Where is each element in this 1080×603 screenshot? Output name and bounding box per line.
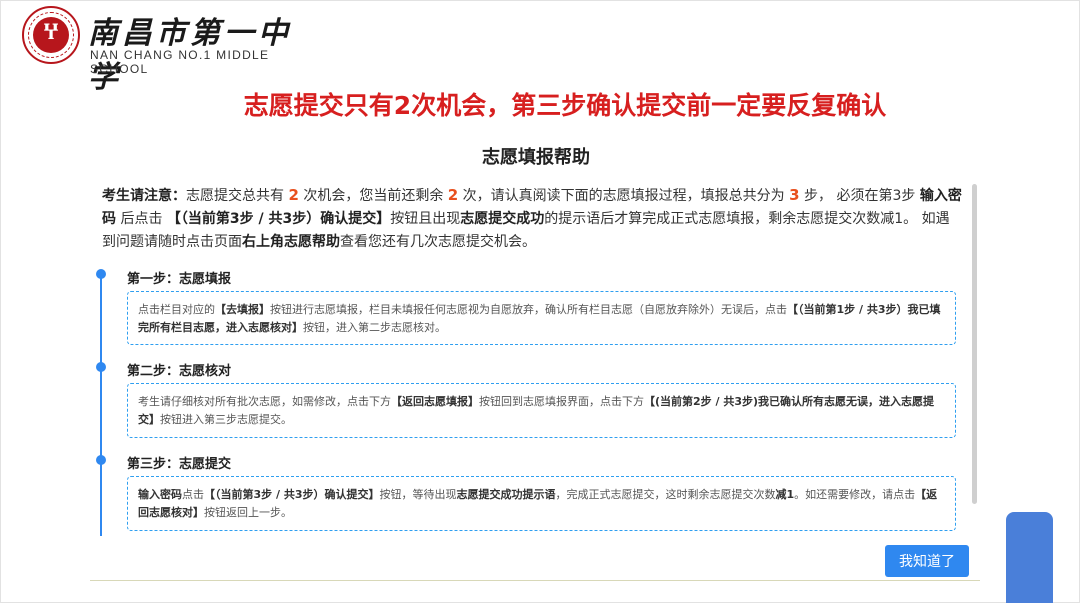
step-3-box: 输入密码点击【（当前第3步 / 共3步）确认提交】按钮，等待出现志愿提交成功提示… bbox=[127, 476, 956, 531]
step-text: 按钮返回上一步。 bbox=[204, 506, 292, 519]
warning-title: 志愿提交只有2次机会，第三步确认提交前一定要反复确认 bbox=[243, 91, 887, 120]
step-bold: 【返回志愿填报】 bbox=[391, 395, 479, 408]
notice-text: 后点击 bbox=[116, 211, 167, 227]
step-text: ，完成正式志愿提交，这时剩余志愿提交次数 bbox=[555, 488, 776, 501]
notice-paragraph: 考生请注意：志愿提交总共有 2 次机会，您当前还剩余 2 次，请认真阅读下面的志… bbox=[102, 184, 962, 254]
help-title: 志愿填报帮助 bbox=[482, 147, 590, 168]
total-steps: 3 bbox=[789, 186, 800, 204]
step-1-dot bbox=[96, 269, 106, 279]
notice-label: 考生请注意： bbox=[102, 188, 186, 204]
step-text: 按钮进入第三步志愿提交。 bbox=[160, 413, 292, 426]
notice-text: 志愿提交总共有 bbox=[186, 188, 289, 204]
notice-text: 次机会，您当前还剩余 bbox=[298, 188, 448, 204]
step-3-title: 第三步：志愿提交 bbox=[127, 457, 232, 472]
notice-bold: 【（当前第3步 / 共3步）确认提交】 bbox=[166, 211, 391, 227]
step-text: 按钮，等待出现 bbox=[379, 488, 457, 501]
got-it-button[interactable]: 我知道了 bbox=[885, 545, 969, 577]
step-text: 点击 bbox=[182, 488, 204, 501]
step-text: 按钮，进入第二步志愿核对。 bbox=[303, 321, 446, 334]
seal-glyph: Ⴤ bbox=[43, 23, 59, 44]
step-bold: 【去填报】 bbox=[215, 303, 270, 316]
step-text: 按钮回到志愿填报界面，点击下方 bbox=[479, 395, 644, 408]
step-1-box: 点击栏目对应的【去填报】按钮进行志愿填报，栏目未填报任何志愿视为自愿放弃，确认所… bbox=[127, 291, 956, 345]
step-text: 考生请仔细核对所有批次志愿，如需修改，点击下方 bbox=[138, 395, 391, 408]
step-3-dot bbox=[96, 455, 106, 465]
notice-bold: 右上角志愿帮助 bbox=[242, 234, 340, 250]
school-logo: Ⴤ 南昌市第一中学 NAN CHANG NO.1 MIDDLE SCHOOL bbox=[22, 6, 322, 95]
step-bold: 【（当前第3步 / 共3步）确认提交】 bbox=[204, 488, 380, 501]
step-bold: 减1 bbox=[775, 488, 795, 501]
notice-text: 查看您还有几次志愿提交机会。 bbox=[340, 234, 536, 250]
timeline-line bbox=[100, 272, 102, 536]
step-bold: 输入密码 bbox=[138, 488, 182, 501]
notice-text: 步， 必须在第3步 bbox=[799, 188, 920, 204]
step-1-title: 第一步：志愿填报 bbox=[127, 272, 232, 287]
remaining-chances: 2 bbox=[447, 186, 459, 204]
step-bold: 志愿提交成功提示语 bbox=[456, 488, 556, 501]
step-text: 按钮进行志愿填报，栏目未填报任何志愿视为自愿放弃，确认所有栏目志愿（自愿放弃除外… bbox=[270, 303, 787, 316]
notice-text: 次，请认真阅读下面的志愿填报过程，填报总共分为 bbox=[458, 188, 790, 204]
total-chances: 2 bbox=[288, 186, 299, 204]
step-text: 。如还需要修改，请点击 bbox=[794, 488, 916, 501]
step-text: 点击栏目对应的 bbox=[138, 303, 215, 316]
step-2-box: 考生请仔细核对所有批次志愿，如需修改，点击下方【返回志愿填报】按钮回到志愿填报界… bbox=[127, 383, 956, 438]
school-seal-icon: Ⴤ bbox=[22, 6, 80, 64]
step-2-title: 第二步：志愿核对 bbox=[127, 364, 232, 379]
school-name-en: NAN CHANG NO.1 MIDDLE SCHOOL bbox=[90, 48, 270, 76]
side-tab[interactable] bbox=[1006, 512, 1053, 603]
footer-divider bbox=[90, 580, 980, 581]
notice-bold: 志愿提交成功 bbox=[460, 211, 545, 227]
notice-text: 按钮且出现 bbox=[390, 211, 461, 227]
scrollbar-thumb[interactable] bbox=[972, 184, 977, 504]
step-2-dot bbox=[96, 362, 106, 372]
